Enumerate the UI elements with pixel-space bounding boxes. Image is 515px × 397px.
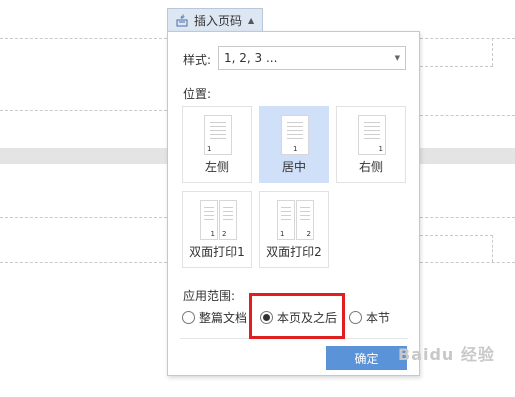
insert-page-number-label: 插入页码 [194, 13, 243, 28]
page-number: 2 [306, 230, 311, 238]
chevron-down-icon: ▼ [394, 54, 400, 62]
radio-button[interactable] [349, 311, 362, 324]
position-tile-center[interactable]: 1 居中 [259, 106, 329, 183]
page-preview-icon: 1 [204, 115, 232, 155]
baidu-watermark: Baidu 经验 [398, 345, 495, 364]
document-guide-line [492, 38, 493, 66]
insert-page-number-button[interactable]: # 插入页码 ▲ [167, 8, 263, 32]
scope-option-label: 本节 [366, 311, 391, 325]
style-select[interactable]: 1, 2, 3 ... ▼ [218, 46, 406, 70]
ok-button[interactable]: 确定 [326, 346, 407, 370]
document-guide-line [420, 235, 493, 236]
page-preview-icon: 1 [358, 115, 386, 155]
document-guide-line [492, 235, 493, 262]
position-tile-label: 双面打印1 [189, 245, 245, 259]
document-guide-line [0, 262, 167, 263]
page-preview-icon: 1 [277, 200, 295, 240]
document-guide-line [0, 110, 167, 111]
scope-option-this-section[interactable]: 本节 [349, 309, 390, 326]
position-tile-label: 左侧 [204, 160, 229, 174]
scope-option-label: 整篇文档 [199, 311, 248, 325]
highlight-box [249, 293, 345, 339]
page-preview-icon: 2 [296, 200, 314, 240]
position-label: 位置: [183, 87, 212, 101]
style-label: 样式: [183, 53, 212, 67]
document-guide-line [420, 38, 515, 39]
document-guide-line [420, 115, 515, 116]
scope-label: 应用范围: [183, 289, 236, 303]
document-guide-line [420, 262, 515, 263]
svg-text:#: # [180, 14, 185, 21]
page-number: 1 [293, 145, 298, 153]
document-guide-line [0, 38, 167, 39]
position-tile-label: 居中 [281, 160, 306, 174]
page-number: 1 [207, 145, 212, 153]
position-tile-label: 右侧 [358, 160, 383, 174]
style-select-value: 1, 2, 3 ... [224, 51, 278, 65]
position-tile-duplex-1[interactable]: 1 2 双面打印1 [182, 191, 252, 268]
caret-up-icon: ▲ [248, 15, 255, 25]
page-number: 1 [378, 145, 383, 153]
page-number: 2 [222, 230, 227, 238]
radio-button[interactable] [182, 311, 195, 324]
page-preview-icon: 1 [200, 200, 218, 240]
position-tile-right[interactable]: 1 右侧 [336, 106, 406, 183]
page-preview-icon: 1 [281, 115, 309, 155]
position-tile-left[interactable]: 1 左侧 [182, 106, 252, 183]
position-tile-label: 双面打印2 [266, 245, 322, 259]
document-guide-line [420, 217, 515, 218]
position-tile-duplex-2[interactable]: 1 2 双面打印2 [259, 191, 329, 268]
page-preview-icon: 2 [219, 200, 237, 240]
scope-option-whole-document[interactable]: 整篇文档 [182, 309, 247, 326]
page-number: 1 [210, 230, 215, 238]
document-guide-line [420, 66, 493, 67]
page-number-icon: # [176, 14, 188, 27]
document-guide-line [0, 217, 167, 218]
page-number: 1 [280, 230, 285, 238]
